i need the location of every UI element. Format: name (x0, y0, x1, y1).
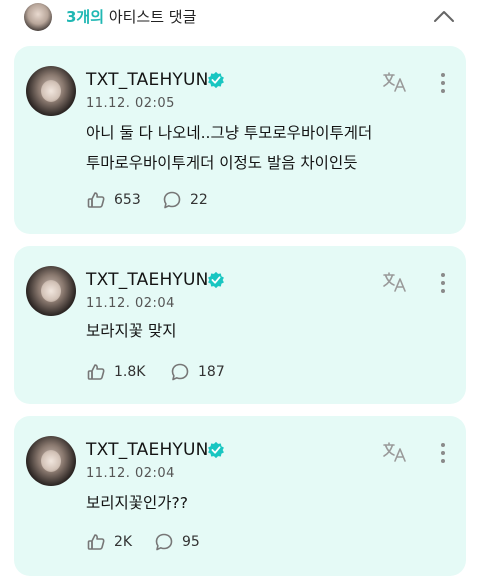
avatar[interactable] (26, 436, 76, 486)
translate-icon[interactable] (382, 440, 408, 464)
reply-icon[interactable] (154, 532, 174, 552)
comment-card: TXT_TAEHYUN 11.12. 02:05 아니 둘 다 나오네..그냥 … (14, 46, 466, 234)
comment-card: TXT_TAEHYUN 11.12. 02:04 보라지꽃 맞지 1.8K 18… (14, 246, 466, 404)
translate-icon[interactable] (382, 270, 408, 294)
comment-text: 아니 둘 다 나오네..그냥 투모로우바이투게더 투마로우바이투게더 이정도 발… (86, 124, 373, 172)
reply-count: 187 (198, 364, 225, 380)
more-options-icon[interactable] (438, 270, 448, 296)
chevron-up-icon (434, 11, 454, 22)
like-count: 1.8K (114, 364, 146, 380)
like-icon[interactable] (86, 362, 106, 382)
artist-comments-header: 3개의 아티스트 댓글 (0, 0, 480, 34)
avatar[interactable] (26, 66, 76, 116)
like-count: 653 (114, 192, 141, 208)
timestamp: 11.12. 02:05 (86, 96, 175, 111)
header-title-text: 아티스트 댓글 (104, 8, 197, 26)
reply-count: 95 (182, 534, 200, 550)
comment-count: 3개의 (66, 8, 105, 26)
like-icon[interactable] (86, 190, 106, 210)
reply-icon[interactable] (162, 190, 182, 210)
avatar[interactable] (26, 266, 76, 316)
collapse-button[interactable] (432, 6, 456, 26)
verified-badge-icon (208, 441, 224, 459)
username[interactable]: TXT_TAEHYUN (86, 270, 209, 290)
translate-icon[interactable] (382, 70, 408, 94)
comment-text: 보라지꽃 맞지 (86, 322, 177, 340)
header-avatar (24, 3, 52, 31)
timestamp: 11.12. 02:04 (86, 466, 175, 481)
verified-badge-icon (208, 271, 224, 289)
more-options-icon[interactable] (438, 70, 448, 96)
reply-icon[interactable] (170, 362, 190, 382)
header-title: 3개의 아티스트 댓글 (66, 6, 196, 27)
like-count: 2K (114, 534, 133, 550)
timestamp: 11.12. 02:04 (86, 296, 175, 311)
comment-text: 보리지꽃인가?? (86, 494, 189, 512)
verified-badge-icon (208, 71, 224, 89)
username[interactable]: TXT_TAEHYUN (86, 440, 209, 460)
more-options-icon[interactable] (438, 440, 448, 466)
reply-count: 22 (190, 192, 208, 208)
comment-card: TXT_TAEHYUN 11.12. 02:04 보리지꽃인가?? 2K 95 (14, 416, 466, 576)
like-icon[interactable] (86, 532, 106, 552)
username[interactable]: TXT_TAEHYUN (86, 70, 209, 90)
